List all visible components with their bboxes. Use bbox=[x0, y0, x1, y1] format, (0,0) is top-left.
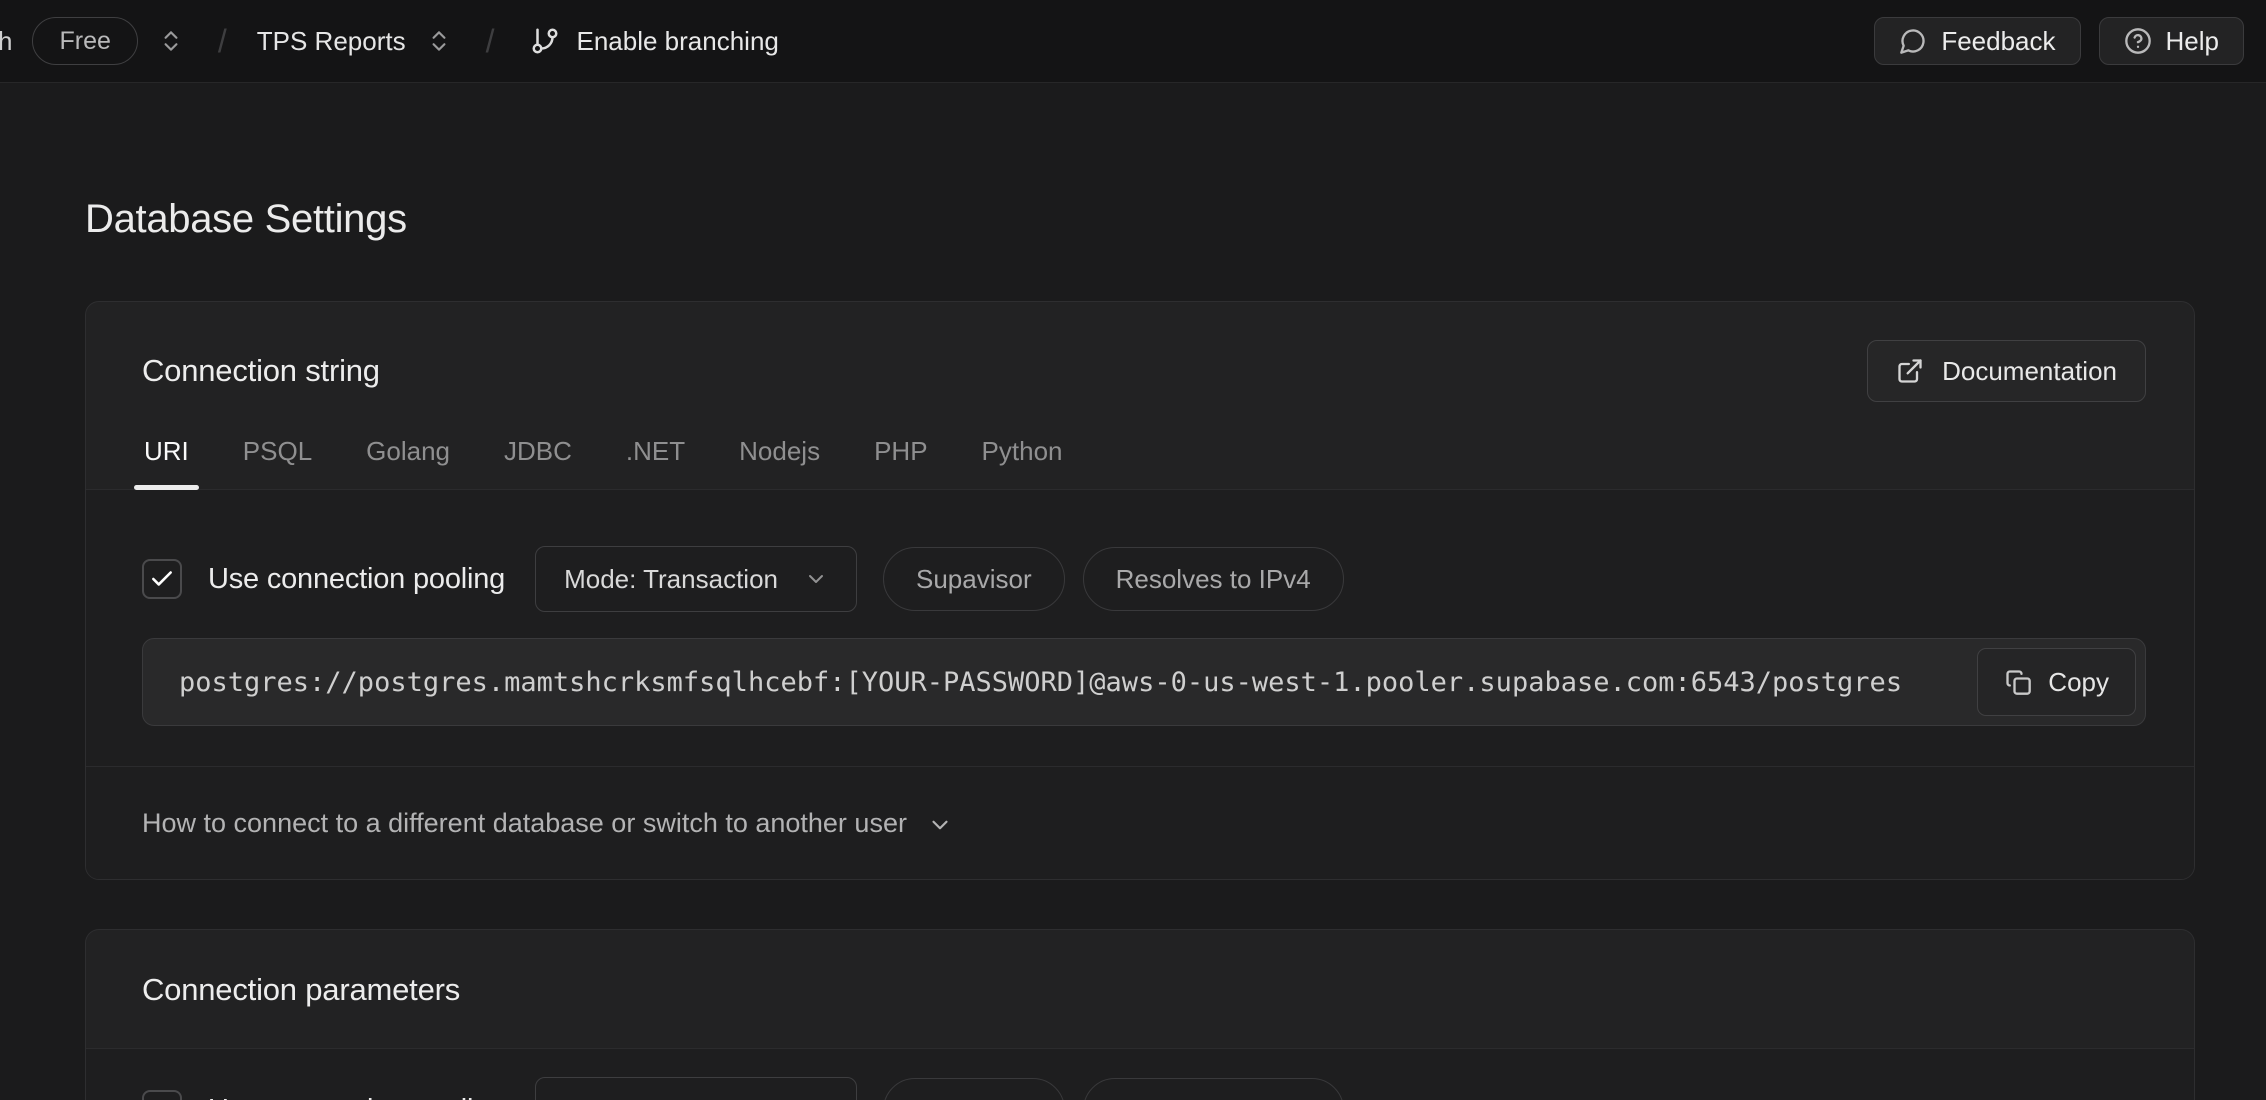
help-label: Help bbox=[2166, 26, 2219, 57]
enable-branching-button[interactable]: Enable branching bbox=[530, 26, 778, 57]
copy-button[interactable]: Copy bbox=[1977, 648, 2136, 716]
connection-parameters-header: Connection parameters bbox=[86, 930, 2194, 1049]
connection-string-title: Connection string bbox=[142, 353, 380, 389]
tab-uri[interactable]: URI bbox=[142, 428, 191, 489]
plan-badge[interactable]: Free bbox=[32, 17, 137, 65]
feedback-button[interactable]: Feedback bbox=[1874, 17, 2080, 65]
resolves-ipv4-badge: Resolves to IPv4 bbox=[1083, 547, 1344, 611]
tab-psql[interactable]: PSQL bbox=[241, 428, 314, 489]
connection-parameters-card: Connection parameters Use connection poo… bbox=[85, 929, 2195, 1100]
pooling-mode-select[interactable]: Mode: Transaction bbox=[535, 1077, 857, 1100]
pooling-mode-value: Mode: Transaction bbox=[564, 1095, 778, 1100]
connection-string-body: Use connection pooling Mode: Transaction… bbox=[86, 490, 2194, 766]
use-pooling-label: Use connection pooling bbox=[208, 1094, 505, 1100]
breadcrumb-separator: / bbox=[486, 23, 495, 60]
git-branch-icon bbox=[530, 26, 560, 56]
connection-string-field[interactable]: postgres://postgres.mamtshcrksmfsqlhcebf… bbox=[142, 638, 2146, 726]
tab-golang[interactable]: Golang bbox=[364, 428, 452, 489]
supavisor-badge: Supavisor bbox=[883, 547, 1065, 611]
chevron-down-icon bbox=[927, 812, 953, 838]
pooling-row: Use connection pooling Mode: Transaction… bbox=[142, 546, 2146, 612]
use-pooling-checkbox[interactable] bbox=[142, 1090, 182, 1100]
check-icon bbox=[149, 566, 175, 592]
project-name[interactable]: TPS Reports bbox=[257, 26, 406, 57]
main-content: Database Settings Connection string Docu… bbox=[0, 195, 2266, 1100]
connection-parameters-body: Use connection pooling Mode: Transaction… bbox=[86, 1049, 2194, 1100]
org-name-truncated[interactable]: h bbox=[0, 26, 12, 57]
documentation-button[interactable]: Documentation bbox=[1867, 340, 2146, 402]
tab-dotnet[interactable]: .NET bbox=[624, 428, 687, 489]
breadcrumb: h Free / TPS Reports / Enable branching bbox=[0, 17, 779, 65]
use-pooling-label: Use connection pooling bbox=[208, 563, 505, 596]
pooling-mode-select[interactable]: Mode: Transaction bbox=[535, 546, 857, 612]
use-pooling-checkbox[interactable] bbox=[142, 559, 182, 599]
copy-icon bbox=[2004, 668, 2032, 696]
copy-label: Copy bbox=[2048, 667, 2109, 698]
connection-string-card: Connection string Documentation URI PSQL… bbox=[85, 301, 2195, 880]
connection-string-header: Connection string Documentation bbox=[86, 302, 2194, 402]
resolves-ipv4-badge: Resolves to IPv4 bbox=[1083, 1078, 1344, 1100]
chevrons-up-down-icon bbox=[158, 28, 184, 54]
connection-string-value: postgres://postgres.mamtshcrksmfsqlhcebf… bbox=[143, 667, 1902, 698]
how-to-connect-toggle[interactable]: How to connect to a different database o… bbox=[86, 766, 2194, 879]
pooling-row: Use connection pooling Mode: Transaction… bbox=[142, 1077, 2146, 1100]
help-button[interactable]: Help bbox=[2099, 17, 2244, 65]
topbar: h Free / TPS Reports / Enable branching … bbox=[0, 0, 2266, 83]
topbar-actions: Feedback Help bbox=[1874, 17, 2244, 65]
chevron-down-icon bbox=[804, 567, 828, 591]
app-root: h Free / TPS Reports / Enable branching … bbox=[0, 0, 2266, 1100]
connection-parameters-title: Connection parameters bbox=[142, 972, 2138, 1008]
message-circle-icon bbox=[1899, 27, 1927, 55]
project-switcher-button[interactable] bbox=[422, 24, 456, 58]
tab-jdbc[interactable]: JDBC bbox=[502, 428, 574, 489]
chevrons-up-down-icon bbox=[426, 28, 452, 54]
connection-string-tabs: URI PSQL Golang JDBC .NET Nodejs PHP Pyt… bbox=[86, 428, 2194, 490]
pooling-mode-value: Mode: Transaction bbox=[564, 564, 778, 595]
tab-php[interactable]: PHP bbox=[872, 428, 929, 489]
tab-python[interactable]: Python bbox=[980, 428, 1065, 489]
breadcrumb-separator: / bbox=[218, 23, 227, 60]
documentation-label: Documentation bbox=[1942, 356, 2117, 387]
help-circle-icon bbox=[2124, 27, 2152, 55]
org-switcher-button[interactable] bbox=[154, 24, 188, 58]
page-title: Database Settings bbox=[85, 195, 2195, 243]
tab-nodejs[interactable]: Nodejs bbox=[737, 428, 822, 489]
enable-branching-label: Enable branching bbox=[576, 26, 778, 57]
external-link-icon bbox=[1896, 357, 1924, 385]
how-to-connect-label: How to connect to a different database o… bbox=[142, 808, 907, 839]
feedback-label: Feedback bbox=[1941, 26, 2055, 57]
supavisor-badge: Supavisor bbox=[883, 1078, 1065, 1100]
